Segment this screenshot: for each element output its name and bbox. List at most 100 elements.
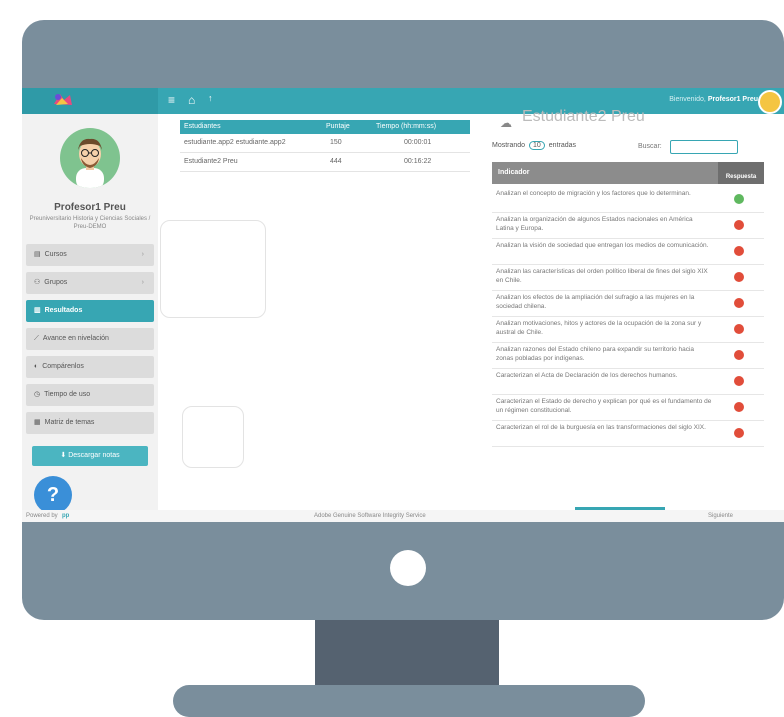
sidebar-item-label: Avance en nivelación [42, 335, 109, 342]
error-status-icon [734, 376, 744, 386]
powered-by-label: Powered by [26, 513, 58, 519]
col-students[interactable]: Estudiantes [184, 123, 221, 130]
error-status-icon [734, 428, 744, 438]
table-row[interactable]: Analizan razones del Estado chileno para… [492, 342, 764, 369]
error-status-icon [734, 272, 744, 282]
search-input[interactable] [670, 140, 738, 154]
student-time: 00:16:22 [404, 158, 432, 165]
table-row[interactable]: Analizan los efectos de la ampliación de… [492, 290, 764, 317]
sidebar-item-label: Tiempo de uso [44, 391, 91, 398]
sidebar-item-tiempo[interactable]: ◷ Tiempo de uso [26, 384, 154, 406]
col-time[interactable]: Tiempo (hh:mm:ss) [376, 123, 436, 130]
welcome-text: Bienvenido, Profesor1 Preu [669, 96, 758, 103]
sidebar-item-resultados[interactable]: ▥ Resultados [26, 300, 154, 322]
indicator-text: Analizan los efectos de la ampliación de… [496, 294, 695, 310]
chart-icon: ▥ [34, 307, 41, 314]
col-score[interactable]: Puntaje [326, 123, 350, 130]
check-status-icon [734, 194, 744, 204]
chevron-right-icon: › [141, 279, 144, 286]
logo-icon [54, 94, 72, 105]
table-row[interactable]: Caracterizan el Estado de derecho y expl… [492, 394, 764, 421]
home-icon[interactable]: ⌂ [188, 93, 195, 107]
col-indicator-label: Indicador [498, 169, 530, 176]
indicator-text: Caracterizan el Estado de derecho y expl… [496, 398, 712, 414]
table-row[interactable]: Analizan las características del orden p… [492, 264, 764, 291]
group-icon: ⚇ [34, 279, 41, 286]
entries-label: entradas [548, 142, 577, 149]
table-row[interactable]: Analizan la visión de sociedad que entre… [492, 238, 764, 265]
brand-logo: pp [62, 513, 70, 519]
decorative-frame [182, 406, 244, 468]
clock-icon: ◷ [34, 391, 41, 398]
avatar-illustration-icon [76, 138, 104, 188]
indicator-text: Analizan la organización de algunos Esta… [496, 216, 693, 232]
monitor-stand [315, 620, 499, 688]
indicator-text: Caracterizan el rol de la burguesía en l… [496, 424, 706, 431]
sidebar-item-label: Cursos [44, 251, 67, 258]
showing-label: Mostrando [492, 142, 526, 149]
table-row[interactable]: Analizan motivaciones, hitos y actores d… [492, 316, 764, 343]
download-icon: ⬇ [60, 452, 67, 459]
student-score: 444 [330, 158, 342, 165]
notice-text: Adobe Genuine Software Integrity Service [314, 513, 426, 519]
table-row[interactable]: Caracterizan el Acta de Declaración de l… [492, 368, 764, 395]
download-grades-button[interactable]: ⬇ Descargar notas [32, 446, 148, 466]
compare-icon: ◐ [34, 363, 39, 370]
table-row[interactable]: Estudiante2 Preu 444 00:16:22 [180, 153, 470, 172]
pin-icon[interactable]: ↑ [208, 93, 213, 103]
table-row[interactable]: Analizan la organización de algunos Esta… [492, 212, 764, 239]
entries-select[interactable]: 10 [529, 141, 545, 150]
book-icon: ▤ [34, 251, 41, 258]
profile-subtitle: Preuniversitario Historia y Ciencias Soc… [29, 216, 151, 230]
help-button[interactable]: ? [34, 476, 72, 514]
error-status-icon [734, 298, 744, 308]
logo-area [22, 88, 158, 114]
avatar[interactable] [758, 90, 782, 114]
col-response[interactable]: Respuesta [718, 162, 764, 184]
student-score: 150 [330, 139, 342, 146]
download-label: Descargar notas [68, 452, 120, 459]
decorative-frame [160, 220, 266, 318]
student-name: estudiante.app2 estudiante.app2 [184, 139, 286, 146]
indicator-text: Analizan motivaciones, hitos y actores d… [496, 320, 702, 336]
error-status-icon [734, 324, 744, 334]
sidebar-item-grupos[interactable]: ⚇ Grupos › [26, 272, 154, 294]
detail-title: Estudiante2 Preu [522, 108, 645, 125]
sidebar-item-label: Compárenlos [42, 363, 84, 370]
sidebar-item-label: Grupos [44, 279, 68, 286]
error-status-icon [734, 246, 744, 256]
indicator-text: Analizan razones del Estado chileno para… [496, 346, 695, 362]
col-indicator[interactable]: Indicador [492, 162, 718, 184]
indicator-text: Caracterizan el Acta de Declaración de l… [496, 372, 678, 379]
student-name: Estudiante2 Preu [184, 158, 238, 165]
table-row[interactable]: Caracterizan el rol de la burguesía en l… [492, 420, 764, 447]
cloud-icon: ☁ [500, 116, 512, 130]
indicator-text: Analizan las características del orden p… [496, 268, 708, 284]
student-time: 00:00:01 [404, 139, 432, 146]
table-row[interactable]: estudiante.app2 estudiante.app2 150 00:0… [180, 134, 470, 153]
footer: Powered by pp Adobe Genuine Software Int… [22, 510, 784, 522]
sidebar: Profesor1 Preu Preuniversitario Historia… [22, 114, 158, 522]
hamburger-icon[interactable]: ≡ [168, 93, 175, 107]
students-table: Estudiantes Puntaje Tiempo (hh:mm:ss) es… [180, 120, 470, 172]
sidebar-item-cursos[interactable]: ▤ Cursos › [26, 244, 154, 266]
line-chart-icon: ⟋ [34, 335, 39, 342]
profile-name: Profesor1 Preu [54, 202, 126, 213]
next-page-link[interactable]: Siguiente [708, 513, 733, 519]
monitor-base [173, 685, 645, 717]
sidebar-item-avance[interactable]: ⟋ Avance en nivelación [26, 328, 154, 350]
sidebar-item-comparar[interactable]: ◐ Compárenlos [26, 356, 154, 378]
power-button [390, 550, 426, 586]
sidebar-item-matriz[interactable]: ▦ Matriz de temas [26, 412, 154, 434]
sidebar-item-label: Resultados [44, 307, 83, 314]
indicator-text: Analizan la visión de sociedad que entre… [496, 242, 709, 249]
table-row[interactable]: Analizan el concepto de migración y los … [492, 186, 764, 213]
chevron-right-icon: › [141, 251, 144, 258]
error-status-icon [734, 350, 744, 360]
error-status-icon [734, 220, 744, 230]
top-bar: ≡ ⌂ ↑ Bienvenido, Profesor1 Preu [22, 88, 784, 114]
search-label: Buscar: [638, 143, 662, 150]
students-table-header: Estudiantes Puntaje Tiempo (hh:mm:ss) [180, 120, 470, 134]
grid-icon: ▦ [34, 419, 41, 426]
indicator-text: Analizan el concepto de migración y los … [496, 190, 691, 197]
